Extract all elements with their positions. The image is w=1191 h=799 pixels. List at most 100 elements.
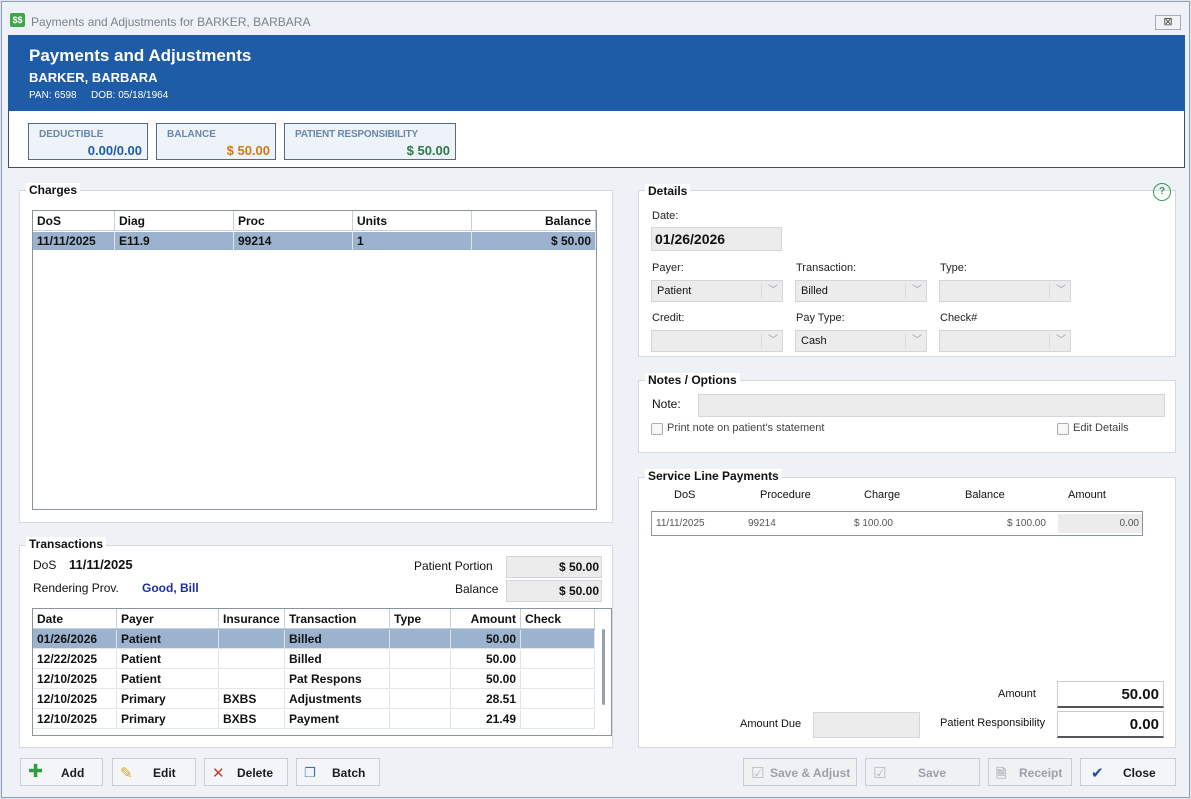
delete-button-label: Delete: [237, 766, 274, 780]
charge-balance: $ 50.00: [472, 232, 596, 250]
batch-button-label: Batch: [332, 766, 366, 780]
sl-procedure: 99214: [748, 518, 776, 529]
print-note-checkbox[interactable]: [651, 423, 663, 435]
charges-grid[interactable]: DoS Diag Proc Units Balance 11/11/2025 E…: [32, 210, 597, 510]
tx-cell-check: [521, 670, 595, 688]
sl-col-amount: Amount: [1068, 489, 1106, 501]
pay-type-label: Pay Type:: [796, 312, 845, 324]
sl-col-charge: Charge: [864, 489, 901, 501]
tx-cell-date: 12/10/2025: [33, 690, 117, 708]
patient-responsibility-field-label: Patient Responsibility: [940, 717, 1046, 729]
tx-cell-payer: Patient: [117, 630, 219, 648]
charges-col-diag[interactable]: Diag: [115, 211, 234, 231]
tx-cell-amount: 21.49: [451, 710, 521, 728]
balance-label: BALANCE: [167, 129, 216, 140]
table-row[interactable]: 01/26/2026 Patient Billed 50.00: [33, 629, 595, 649]
tx-col-insurance[interactable]: Insurance: [219, 609, 285, 629]
payments-window: $$ Payments and Adjustments for BARKER, …: [1, 1, 1190, 798]
charges-col-proc[interactable]: Proc: [234, 211, 353, 231]
tx-cell-amount: 50.00: [451, 630, 521, 648]
tx-col-check[interactable]: Check: [521, 609, 595, 629]
service-line-title: Service Line Payments: [645, 469, 782, 483]
pay-type-select-value: Cash: [801, 335, 827, 347]
balance-box: BALANCE $ 50.00: [156, 123, 276, 160]
help-icon[interactable]: ?: [1153, 183, 1171, 201]
tx-cell-insurance: BXBS: [219, 710, 285, 728]
type-select[interactable]: ﹀: [939, 280, 1071, 302]
amount-input[interactable]: 50.00: [1057, 681, 1164, 708]
tx-col-transaction[interactable]: Transaction: [285, 609, 390, 629]
chevron-down-icon: ﹀: [768, 335, 778, 346]
deductible-value: 0.00/0.00: [87, 143, 142, 158]
add-button[interactable]: ✚ Add: [20, 758, 103, 786]
save-button[interactable]: ☑ Save: [865, 758, 980, 786]
amount-due-label: Amount Due: [740, 718, 802, 730]
charges-col-units[interactable]: Units: [353, 211, 472, 231]
tx-col-payer[interactable]: Payer: [117, 609, 219, 629]
window-close-button[interactable]: ⊠: [1155, 15, 1181, 30]
table-row[interactable]: 12/10/2025 Patient Pat Respons 50.00: [33, 669, 595, 689]
tx-col-date[interactable]: Date: [33, 609, 117, 629]
type-label: Type:: [940, 262, 967, 274]
amount-label: Amount: [998, 688, 1036, 700]
charge-dos: 11/11/2025: [33, 232, 115, 250]
save-adjust-button-label: Save & Adjust: [770, 766, 851, 780]
tx-cell-payer: Primary: [117, 710, 219, 728]
receipt-icon: 🗎: [996, 766, 1007, 781]
note-input[interactable]: [698, 394, 1165, 417]
batch-button[interactable]: ❐ Batch: [296, 758, 380, 786]
transactions-grid[interactable]: Date Payer Insurance Transaction Type Am…: [32, 608, 612, 736]
charges-col-balance[interactable]: Balance: [472, 211, 596, 231]
tx-cell-amount: 50.00: [451, 650, 521, 668]
payer-select-value: Patient: [657, 285, 692, 297]
patient-responsibility-label: PATIENT RESPONSIBILITY: [295, 129, 419, 140]
patient-pan: PAN: 6598: [29, 90, 77, 101]
pay-type-select[interactable]: Cash ﹀: [795, 330, 927, 352]
tx-col-amount[interactable]: Amount: [451, 609, 521, 629]
patient-portion-label: Patient Portion: [414, 559, 493, 573]
tx-cell-date: 01/26/2026: [33, 630, 117, 648]
table-row[interactable]: 11/11/2025 99214 $ 100.00 $ 100.00 0.00: [651, 511, 1143, 536]
transactions-scrollbar[interactable]: [602, 629, 605, 705]
tx-cell-check: [521, 690, 595, 708]
save-adjust-button[interactable]: ☑ Save & Adjust: [743, 758, 857, 786]
title-bar: $$ Payments and Adjustments for BARKER, …: [2, 2, 1189, 34]
close-button-label: Close: [1123, 766, 1156, 780]
tx-cell-amount: 50.00: [451, 670, 521, 688]
sl-amount-input[interactable]: 0.00: [1058, 514, 1142, 533]
app-icon: $$: [10, 13, 25, 27]
charges-col-dos[interactable]: DoS: [33, 211, 115, 231]
patient-responsibility-input[interactable]: 0.00: [1057, 711, 1164, 738]
credit-select[interactable]: ﹀: [651, 330, 783, 352]
edit-details-checkbox[interactable]: [1057, 423, 1069, 435]
details-title: Details: [645, 184, 691, 198]
table-row[interactable]: 12/10/2025 Primary BXBS Adjustments 28.51: [33, 689, 595, 709]
summary-band: DEDUCTIBLE 0.00/0.00 BALANCE $ 50.00 PAT…: [8, 111, 1185, 168]
sl-col-procedure: Procedure: [760, 489, 811, 501]
tx-cell-amount: 28.51: [451, 690, 521, 708]
tx-col-type[interactable]: Type: [390, 609, 451, 629]
batch-icon: ❐: [304, 765, 316, 780]
transaction-select[interactable]: Billed ﹀: [795, 280, 927, 302]
chevron-down-icon: ﹀: [768, 285, 778, 296]
credit-label: Credit:: [652, 312, 685, 324]
date-field[interactable]: 01/26/2026: [651, 227, 782, 251]
amount-due-field: [813, 712, 920, 738]
receipt-button[interactable]: 🗎 Receipt: [988, 758, 1072, 786]
table-row[interactable]: 11/11/2025 E11.9 99214 1 $ 50.00: [33, 232, 596, 250]
payer-select[interactable]: Patient ﹀: [651, 280, 783, 302]
edit-button[interactable]: ✎ Edit: [112, 758, 196, 786]
patient-responsibility-value: $ 50.00: [406, 143, 450, 158]
delete-button[interactable]: ✕ Delete: [204, 758, 288, 786]
balance-value: $ 50.00: [226, 143, 270, 158]
charges-title: Charges: [26, 183, 81, 197]
table-row[interactable]: 12/22/2025 Patient Billed 50.00: [33, 649, 595, 669]
close-button[interactable]: ✔ Close: [1080, 758, 1176, 786]
pencil-icon: ✎: [120, 765, 133, 782]
check-number-select[interactable]: ﹀: [939, 330, 1071, 352]
sl-col-dos: DoS: [674, 489, 696, 501]
charge-units: 1: [353, 232, 472, 250]
tx-cell-transaction: Payment: [285, 710, 390, 728]
chevron-down-icon: ﹀: [1056, 335, 1066, 346]
table-row[interactable]: 12/10/2025 Primary BXBS Payment 21.49: [33, 709, 595, 729]
